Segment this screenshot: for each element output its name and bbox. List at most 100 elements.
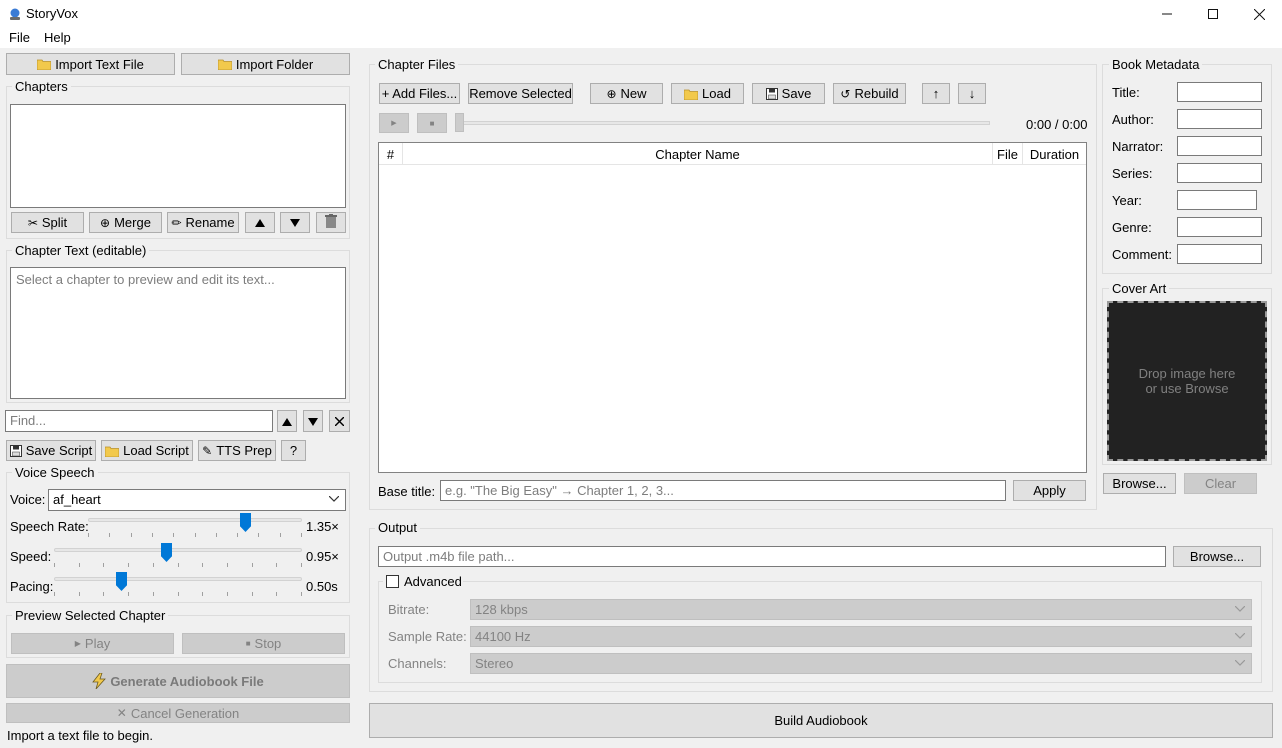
speed-slider[interactable] bbox=[54, 543, 302, 569]
menu-help[interactable]: Help bbox=[44, 30, 71, 45]
chapters-list[interactable] bbox=[10, 104, 346, 208]
chapter-files-title: Chapter Files bbox=[375, 57, 459, 72]
slider-tick bbox=[79, 592, 80, 596]
sample-rate-select[interactable]: 44100 Hz bbox=[470, 626, 1252, 647]
delete-chapter-button[interactable] bbox=[316, 212, 346, 233]
title-input[interactable] bbox=[1177, 82, 1262, 102]
help-label: ? bbox=[289, 443, 298, 458]
slider-tick bbox=[227, 563, 228, 567]
close-icon: ✕ bbox=[116, 706, 127, 720]
load-button[interactable]: Load bbox=[671, 83, 744, 104]
slider-tick bbox=[301, 563, 302, 567]
cancel-generation-button[interactable]: ✕ Cancel Generation bbox=[6, 703, 350, 723]
lightning-icon bbox=[92, 673, 107, 689]
advanced-checkbox[interactable] bbox=[386, 575, 399, 588]
slider-tick bbox=[103, 592, 104, 596]
build-audiobook-button[interactable]: Build Audiobook bbox=[369, 703, 1273, 738]
rebuild-button[interactable]: ↺ Rebuild bbox=[833, 83, 906, 104]
apply-button[interactable]: Apply bbox=[1013, 480, 1086, 501]
arrow-down-icon: ↓ bbox=[968, 86, 976, 101]
slider-tick bbox=[227, 592, 228, 596]
split-button[interactable]: ✂ Split bbox=[11, 212, 84, 233]
chapter-text-editor[interactable]: Select a chapter to preview and edit its… bbox=[10, 267, 346, 399]
year-input[interactable] bbox=[1177, 190, 1257, 210]
column-file[interactable]: File bbox=[993, 143, 1023, 165]
chapter-files-table[interactable]: # Chapter Name File Duration bbox=[378, 142, 1087, 473]
output-browse-button[interactable]: Browse... bbox=[1173, 546, 1261, 567]
chapter-text-title: Chapter Text (editable) bbox=[12, 243, 150, 258]
comment-input[interactable] bbox=[1177, 244, 1262, 264]
app-logo-icon bbox=[8, 7, 22, 21]
slider-tick bbox=[54, 563, 55, 567]
column-duration[interactable]: Duration bbox=[1023, 143, 1086, 165]
play-icon: ▶ bbox=[74, 638, 81, 648]
add-files-button[interactable]: + Add Files... bbox=[379, 83, 460, 104]
move-file-up-button[interactable]: ↑ bbox=[922, 83, 950, 104]
play-button[interactable]: ▶ Play bbox=[11, 633, 174, 654]
author-input[interactable] bbox=[1177, 109, 1262, 129]
rebuild-label: Rebuild bbox=[854, 86, 899, 101]
voice-select[interactable]: af_heart bbox=[48, 489, 346, 511]
slider-handle[interactable] bbox=[161, 543, 172, 562]
output-path-input[interactable]: Output .m4b file path... bbox=[378, 546, 1166, 567]
slider-tick bbox=[153, 563, 154, 567]
remove-selected-label: Remove Selected bbox=[469, 86, 572, 101]
find-close-button[interactable] bbox=[329, 410, 350, 432]
cover-browse-button[interactable]: Browse... bbox=[1103, 473, 1176, 494]
seek-bar[interactable] bbox=[455, 121, 990, 125]
find-input[interactable]: Find... bbox=[5, 410, 273, 432]
series-input[interactable] bbox=[1177, 163, 1262, 183]
close-icon[interactable] bbox=[1236, 0, 1282, 28]
cover-art-dropzone[interactable]: Drop image here or use Browse bbox=[1107, 301, 1267, 461]
help-button[interactable]: ? bbox=[281, 440, 306, 461]
find-previous-button[interactable] bbox=[277, 410, 297, 432]
slider-tick bbox=[54, 592, 55, 596]
cover-clear-button[interactable]: Clear bbox=[1184, 473, 1257, 494]
speech-rate-value: 1.35× bbox=[306, 519, 339, 534]
maximize-icon[interactable] bbox=[1190, 0, 1236, 28]
import-text-file-label: Import Text File bbox=[55, 56, 144, 72]
slider-handle[interactable] bbox=[116, 572, 127, 591]
find-next-button[interactable] bbox=[303, 410, 323, 432]
title-bar: StoryVox bbox=[0, 0, 1282, 28]
move-down-button[interactable] bbox=[280, 212, 310, 233]
save-script-button[interactable]: Save Script bbox=[6, 440, 96, 461]
slider-tick bbox=[173, 533, 174, 537]
column-number[interactable]: # bbox=[379, 143, 403, 165]
stop-button[interactable]: ■ Stop bbox=[182, 633, 345, 654]
genre-input[interactable] bbox=[1177, 217, 1262, 237]
minimize-icon[interactable] bbox=[1144, 0, 1190, 28]
pacing-slider[interactable] bbox=[54, 572, 302, 598]
generate-audiobook-button[interactable]: Generate Audiobook File bbox=[6, 664, 350, 698]
load-script-button[interactable]: Load Script bbox=[101, 440, 193, 461]
move-up-button[interactable] bbox=[245, 212, 275, 233]
base-title-input[interactable]: e.g. "The Big Easy" → Chapter 1, 2, 3... bbox=[440, 480, 1006, 501]
import-folder-button[interactable]: Import Folder bbox=[181, 53, 350, 75]
menu-file[interactable]: File bbox=[9, 30, 30, 45]
column-chapter-name[interactable]: Chapter Name bbox=[403, 143, 993, 165]
load-label: Load bbox=[702, 86, 731, 101]
rename-button[interactable]: ✏ Rename bbox=[167, 212, 239, 233]
mini-play-button[interactable]: ▶ bbox=[379, 113, 409, 133]
remove-selected-button[interactable]: Remove Selected bbox=[468, 83, 573, 104]
new-label: New bbox=[620, 86, 647, 101]
play-icon: ▶ bbox=[391, 120, 397, 127]
speech-rate-slider[interactable] bbox=[88, 513, 302, 539]
save-button[interactable]: Save bbox=[752, 83, 825, 104]
import-text-file-button[interactable]: Import Text File bbox=[6, 53, 175, 75]
narrator-input[interactable] bbox=[1177, 136, 1262, 156]
channels-select[interactable]: Stereo bbox=[470, 653, 1252, 674]
seek-handle[interactable] bbox=[455, 113, 464, 132]
cover-browse-hint: or use Browse bbox=[1145, 381, 1229, 396]
mini-stop-button[interactable]: ■ bbox=[417, 113, 447, 133]
slider-handle[interactable] bbox=[240, 513, 251, 532]
tts-prep-button[interactable]: ✎ TTS Prep bbox=[198, 440, 276, 461]
bitrate-select[interactable]: 128 kbps bbox=[470, 599, 1252, 620]
new-button[interactable]: ⊕ New bbox=[590, 83, 663, 104]
slider-tick bbox=[258, 533, 259, 537]
comment-field-label: Comment: bbox=[1112, 247, 1172, 262]
slider-tick bbox=[88, 533, 89, 537]
move-file-down-button[interactable]: ↓ bbox=[958, 83, 986, 104]
scissors-icon: ✂ bbox=[27, 215, 38, 230]
merge-button[interactable]: ⊕ Merge bbox=[89, 212, 162, 233]
